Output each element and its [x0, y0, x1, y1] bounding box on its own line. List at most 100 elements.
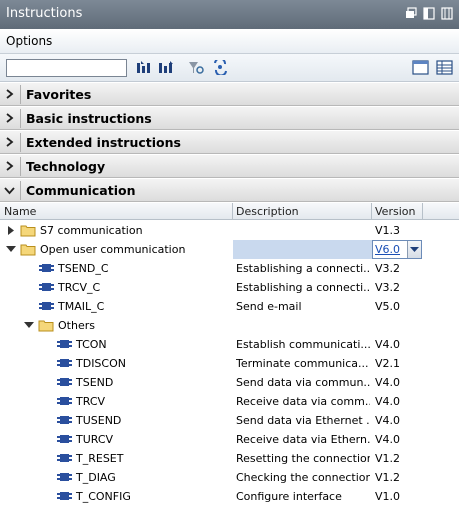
section-label: Extended instructions — [26, 135, 181, 150]
tree-item-description: Send data via Ethernet ... — [236, 414, 370, 427]
tree-item-description: Terminate communica... — [236, 357, 369, 370]
tree-item-label: T_DIAG — [76, 471, 116, 484]
tree-row-open-user-communication[interactable]: Open user communication V6.0 — [0, 240, 459, 259]
tree-item-label: Others — [58, 319, 95, 332]
tree-row-tcon[interactable]: TCON Establish communicati... V4.0 — [0, 335, 459, 354]
tree-item-description: Resetting the connection — [236, 452, 370, 465]
tree-row-tmail-c[interactable]: TMAIL_C Send e-mail V5.0 — [0, 297, 459, 316]
window-title: Instructions — [6, 6, 83, 21]
section-communication[interactable]: Communication — [0, 178, 459, 202]
tree-item-version: V4.0 — [375, 395, 401, 408]
view-table-icon[interactable] — [436, 60, 453, 75]
tree-item-description: Checking the connection — [236, 471, 370, 484]
column-description[interactable]: Description — [236, 205, 299, 218]
folder-icon — [20, 225, 36, 237]
search-input[interactable] — [6, 59, 127, 77]
tree-item-version: V4.0 — [375, 433, 401, 446]
tree-item-version: V4.0 — [375, 376, 401, 389]
expand-arrow-icon[interactable] — [7, 226, 15, 235]
section-extended-instructions[interactable]: Extended instructions — [0, 130, 459, 154]
section-label: Favorites — [26, 87, 92, 102]
section-label: Technology — [26, 159, 106, 174]
chevron-right-icon — [6, 89, 14, 99]
tree-item-description: Establishing a connecti... — [236, 281, 370, 294]
maximize-icon[interactable] — [423, 7, 435, 20]
update-icon[interactable] — [212, 60, 229, 75]
folder-open-icon — [20, 244, 36, 256]
section-favorites[interactable]: Favorites — [0, 82, 459, 106]
tree-item-label: Open user communication — [40, 243, 186, 256]
collapse-arrow-icon[interactable] — [6, 245, 16, 253]
section-technology[interactable]: Technology — [0, 154, 459, 178]
instruction-block-icon — [57, 359, 72, 367]
tree-row-s7-communication[interactable]: S7 communication V1.3 — [0, 221, 459, 240]
options-label: Options — [6, 34, 53, 48]
collapse-arrow-icon[interactable] — [24, 321, 34, 329]
close-panel-icon[interactable] — [441, 7, 453, 20]
version-select-value[interactable]: V6.0 — [375, 243, 400, 256]
tree-row-t-config[interactable]: T_CONFIG Configure interface V1.0 — [0, 487, 459, 506]
section-label: Communication — [26, 183, 136, 198]
chevron-right-icon — [6, 137, 14, 147]
tree-item-version: V3.2 — [375, 281, 401, 294]
filter-icon[interactable] — [188, 60, 205, 75]
chevron-right-icon — [6, 113, 14, 123]
chevron-right-icon — [6, 161, 14, 171]
dropdown-arrow-icon — [410, 247, 419, 252]
dropdown-button[interactable] — [407, 241, 421, 258]
search-up-icon[interactable] — [158, 60, 175, 75]
tree-row-tdiscon[interactable]: TDISCON Terminate communica... V2.1 — [0, 354, 459, 373]
tree-item-description: Receive data via Ethern... — [236, 433, 370, 446]
tree-item-version: V1.2 — [375, 452, 401, 465]
tree-row-tusend[interactable]: TUSEND Send data via Ethernet ... V4.0 — [0, 411, 459, 430]
tree-item-label: TCON — [76, 338, 107, 351]
version-select[interactable]: V6.0 — [372, 240, 422, 259]
tree-item-label: TSEND_C — [58, 262, 109, 275]
tree-item-version: V4.0 — [375, 414, 401, 427]
column-name[interactable]: Name — [4, 205, 36, 218]
tree-row-trcv[interactable]: TRCV Receive data via comm... V4.0 — [0, 392, 459, 411]
instruction-block-icon — [39, 302, 54, 310]
tree-row-tsend-c[interactable]: TSEND_C Establishing a connecti... V3.2 — [0, 259, 459, 278]
instruction-block-icon — [57, 473, 72, 481]
tree-item-label: TURCV — [76, 433, 114, 446]
toolbar — [0, 54, 459, 82]
folder-open-icon — [38, 320, 54, 332]
tree-item-label: T_CONFIG — [76, 490, 131, 503]
tree-item-version: V4.0 — [375, 338, 401, 351]
tree-item-description: Send data via commun... — [236, 376, 370, 389]
tree-row-tsend[interactable]: TSEND Send data via commun... V4.0 — [0, 373, 459, 392]
tree-row-trcv-c[interactable]: TRCV_C Establishing a connecti... V3.2 — [0, 278, 459, 297]
tree-item-description: Send e-mail — [236, 300, 302, 313]
tree-item-label: TSEND — [76, 376, 114, 389]
instruction-block-icon — [57, 378, 72, 386]
tree-item-label: TMAIL_C — [58, 300, 105, 313]
instruction-block-icon — [39, 264, 54, 272]
tree-item-label: S7 communication — [40, 224, 143, 237]
view-single-icon[interactable] — [412, 60, 429, 75]
column-version[interactable]: Version — [375, 205, 415, 218]
chevron-down-icon — [4, 187, 15, 195]
section-basic-instructions[interactable]: Basic instructions — [0, 106, 459, 130]
instruction-block-icon — [57, 397, 72, 405]
tree-item-version: V1.2 — [375, 471, 401, 484]
search-down-icon[interactable] — [136, 60, 153, 75]
tree-item-version: V1.0 — [375, 490, 401, 503]
instruction-block-icon — [57, 416, 72, 424]
tree-item-description: Configure interface — [236, 490, 342, 503]
title-bar: Instructions — [0, 0, 459, 29]
instruction-block-icon — [39, 283, 54, 291]
options-bar: Options — [0, 29, 459, 54]
column-header: Name Description Version — [0, 203, 459, 220]
tree-row-t-reset[interactable]: T_RESET Resetting the connection V1.2 — [0, 449, 459, 468]
instruction-block-icon — [57, 340, 72, 348]
selected-description-cell — [233, 240, 372, 259]
tree-row-t-diag[interactable]: T_DIAG Checking the connection V1.2 — [0, 468, 459, 487]
tree-item-label: T_RESET — [76, 452, 124, 465]
tree-item-version: V3.2 — [375, 262, 401, 275]
tree-row-others[interactable]: Others — [0, 316, 459, 335]
float-window-icon[interactable] — [405, 7, 417, 20]
instruction-block-icon — [57, 492, 72, 500]
tree-row-turcv[interactable]: TURCV Receive data via Ethern... V4.0 — [0, 430, 459, 449]
tree-item-description: Receive data via comm... — [236, 395, 370, 408]
